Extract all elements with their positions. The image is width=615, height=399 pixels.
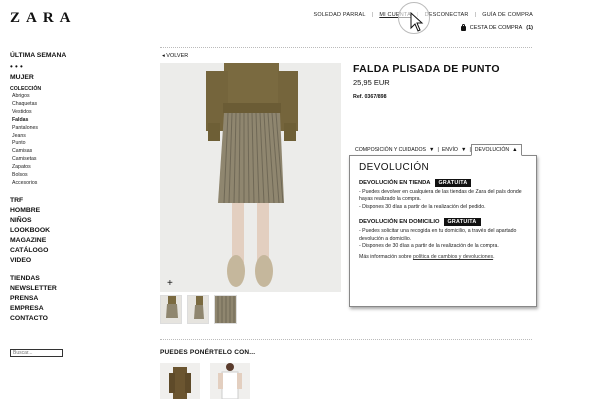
nav-separator: | (371, 12, 374, 18)
tab-envio[interactable]: ENVÍO ▼ (439, 145, 470, 155)
sidebar-item-zapatos[interactable]: Zapatos (10, 164, 100, 172)
triangle-up-icon: ▲ (512, 147, 518, 153)
thumbnail-image (188, 296, 208, 323)
sidebar-link-video[interactable]: VIDEO (10, 256, 100, 266)
sidebar-item-accesorios[interactable]: Accesorios (10, 180, 100, 188)
cart-count: (1) (526, 25, 533, 31)
sidebar-item-punto[interactable]: Punto (10, 140, 100, 148)
nav-user-name[interactable]: SOLEDAD PARRAL (313, 12, 365, 18)
nav-guia-compra[interactable]: GUÍA DE COMPRA (482, 12, 533, 18)
mouse-cursor-icon (410, 12, 424, 32)
thumbnail-image (215, 296, 236, 323)
sidebar-link-contacto[interactable]: CONTACTO (10, 314, 100, 324)
more-info: Más información sobre política de cambio… (359, 254, 527, 261)
sidebar-link-catalogo[interactable]: CATÁLOGO (10, 246, 100, 256)
recommended-item-1[interactable] (160, 363, 200, 399)
back-link[interactable]: ◂ VOLVER (162, 53, 188, 59)
tab-label: DEVOLUCIÓN (474, 147, 510, 153)
sidebar-ultima-semana[interactable]: ÚLTIMA SEMANA (10, 51, 100, 61)
thumbnail-3[interactable] (214, 295, 237, 324)
sidebar-link-ninos[interactable]: NIÑOS (10, 216, 100, 226)
returns-policy-link[interactable]: política de cambios y devoluciones (413, 254, 493, 260)
thumbnail-2[interactable] (187, 295, 209, 324)
tienda-heading: DEVOLUCIÓN EN TIENDA GRATUITA (359, 179, 527, 187)
header-divider (160, 47, 532, 48)
domicilio-heading: DEVOLUCIÓN EN DOMICILIO GRATUITA (359, 218, 527, 227)
sidebar-item-vestidos[interactable]: Vestidos (10, 109, 100, 117)
sidebar-item-list: Abrigos Chaquetas Vestidos Faldas Pantalones… (10, 93, 100, 188)
search-input[interactable] (10, 349, 63, 357)
sidebar-link-hombre[interactable]: HOMBRE (10, 206, 100, 216)
sidebar-item-jeans[interactable]: Jeans (10, 133, 100, 141)
sidebar-dots: • • • (10, 62, 23, 71)
nav-desconectar[interactable]: DESCONECTAR (425, 12, 469, 18)
sidebar-link-empresa[interactable]: EMPRESA (10, 304, 100, 314)
zara-logo[interactable]: ZARA (10, 10, 77, 27)
sidebar-item-abrigos[interactable]: Abrigos (10, 93, 100, 101)
sidebar-link-tiendas[interactable]: TIENDAS (10, 274, 100, 284)
sidebar-link-trf[interactable]: TRF (10, 196, 100, 206)
sidebar-corporate-list: TIENDAS NEWSLETTER PRENSA EMPRESA CONTACTO (10, 274, 100, 324)
gratuita-badge: GRATUITA (434, 179, 472, 187)
more-info-prefix: Más información sobre (359, 254, 412, 261)
devolucion-panel: DEVOLUCIÓN DEVOLUCIÓN EN TIENDA GRATUITA… (349, 155, 537, 307)
sidebar-link-prensa[interactable]: PRENSA (10, 294, 100, 304)
cart-label: CESTA DE COMPRA (469, 25, 523, 31)
section-divider (160, 339, 532, 340)
recommended-image (160, 363, 200, 399)
sidebar-mujer[interactable]: MUJER (10, 73, 100, 83)
back-label: VOLVER (166, 53, 189, 59)
domicilio-line-2: - Dispones de 30 días a partir de la rea… (359, 243, 499, 250)
tab-composicion[interactable]: COMPOSICIÓN Y CUIDADOS ▼ (352, 145, 437, 155)
sidebar-item-pantalones[interactable]: Pantalones (10, 125, 100, 133)
triangle-down-icon: ▼ (460, 147, 467, 153)
cart-link[interactable]: CESTA DE COMPRA (1) (460, 23, 533, 31)
recommended-item-2[interactable] (210, 363, 250, 399)
sidebar-link-newsletter[interactable]: NEWSLETTER (10, 284, 100, 294)
product-ref: Ref. 0367/898 (353, 94, 387, 100)
sidebar-section-list: TRF HOMBRE NIÑOS LOOKBOOK MAGAZINE CATÁLOGO VI… (10, 196, 100, 266)
product-title: FALDA PLISADA DE PUNTO (353, 63, 500, 75)
tab-label: ENVÍO (441, 147, 458, 153)
tab-devolucion[interactable]: DEVOLUCIÓN ▲ (470, 144, 522, 156)
product-price: 25,95 EUR (353, 78, 390, 87)
triangle-down-icon: ▼ (429, 147, 435, 153)
shopping-bag-icon (460, 23, 466, 31)
recommended-image (210, 363, 250, 399)
domicilio-heading-text: DEVOLUCIÓN EN DOMICILIO (359, 219, 440, 226)
nav-separator: | (474, 12, 477, 18)
domicilio-line-1: - Puedes solicitar una recogida en tu do… (359, 228, 517, 242)
sidebar-item-camisetas[interactable]: Camisetas (10, 156, 100, 164)
product-main-image[interactable] (160, 63, 341, 292)
model-figure (160, 63, 341, 292)
zoom-plus-icon[interactable]: + (167, 278, 173, 289)
gratuita-badge: GRATUITA (443, 218, 481, 227)
sidebar: ÚLTIMA SEMANA • • • MUJER COLECCIÓN Abri… (10, 51, 100, 324)
sidebar-link-lookbook[interactable]: LOOKBOOK (10, 226, 100, 236)
sidebar-link-magazine[interactable]: MAGAZINE (10, 236, 100, 246)
more-info-suffix: . (493, 254, 495, 261)
sidebar-item-chaquetas[interactable]: Chaquetas (10, 101, 100, 109)
recommend-title: PUEDES PONÉRTELO CON... (160, 349, 256, 356)
tienda-line-2: - Dispones 30 días a partir de la realiz… (359, 203, 486, 210)
thumbnail-1[interactable] (160, 295, 182, 324)
sidebar-coleccion[interactable]: COLECCIÓN (10, 86, 100, 93)
panel-title: DEVOLUCIÓN (359, 162, 430, 173)
tienda-heading-text: DEVOLUCIÓN EN TIENDA (359, 180, 431, 186)
thumbnail-image (161, 296, 181, 323)
tienda-line-1: - Puedes devolver en cualquiera de las t… (359, 189, 522, 203)
sidebar-item-bolsos[interactable]: Bolsos (10, 172, 100, 180)
sidebar-item-camisas[interactable]: Camisas (10, 148, 100, 156)
tab-label: COMPOSICIÓN Y CUIDADOS (355, 147, 427, 153)
sidebar-item-faldas[interactable]: Faldas (10, 117, 100, 125)
